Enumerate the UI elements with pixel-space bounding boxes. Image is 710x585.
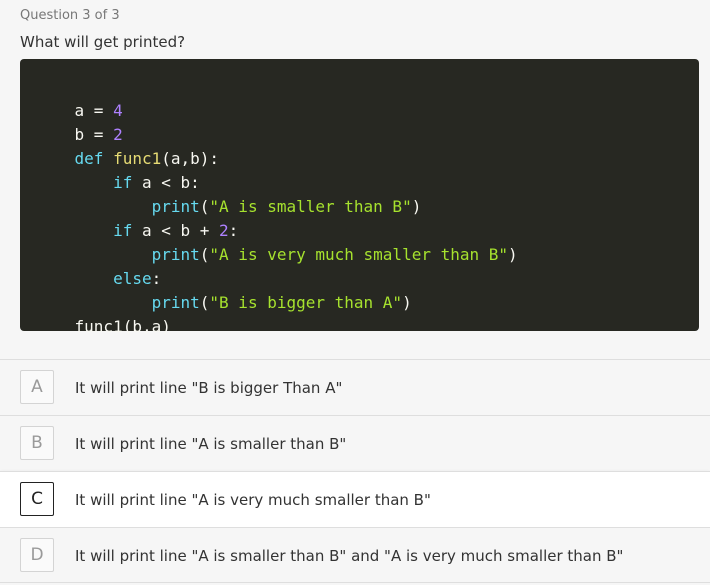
option-text[interactable]: It will print line "A is smaller than B"… — [75, 528, 623, 584]
option-text[interactable]: It will print line "A is very much small… — [75, 472, 431, 528]
option-letter-box[interactable]: B — [20, 426, 54, 460]
code-token: : — [151, 269, 162, 288]
option-letter-box[interactable]: C — [20, 482, 54, 516]
code-token: : — [228, 221, 239, 240]
code-token: def — [74, 149, 114, 168]
code-token: func1 — [113, 149, 162, 168]
code-token: if — [113, 173, 133, 192]
code-token: 4 — [113, 101, 123, 120]
code-token: 2 — [113, 125, 123, 144]
answer-option-c[interactable]: C It will print line "A is very much sma… — [0, 471, 710, 527]
option-letter-box[interactable]: D — [20, 538, 54, 572]
code-block: a = 4 b = 2 def func1(a,b): if a < b: pr… — [20, 59, 699, 336]
option-letter-box[interactable]: A — [20, 370, 54, 404]
code-token: ) — [508, 245, 518, 264]
code-token: print — [151, 197, 200, 216]
code-token: ( — [199, 293, 210, 312]
question-header: Question 3 of 3 What will get printed? — [0, 0, 710, 52]
answer-option-b[interactable]: B It will print line "A is smaller than … — [0, 415, 710, 471]
question-counter: Question 3 of 3 — [20, 8, 120, 23]
answer-options: A It will print line "B is bigger Than A… — [0, 359, 710, 583]
code-token: ) — [411, 197, 422, 216]
code-token: 2 — [219, 221, 229, 240]
code-line: a = 4 — [36, 75, 683, 120]
code-token: func1(b,a) — [74, 317, 171, 336]
code-token: print — [151, 245, 200, 264]
code-token: print — [151, 293, 200, 312]
code-token: ( — [199, 245, 210, 264]
code-token: ) — [402, 293, 412, 312]
code-token: a < b + — [132, 221, 220, 240]
code-token: (a,b): — [161, 149, 220, 168]
code-token: "B is bigger than A" — [209, 293, 403, 312]
code-token: "A is very much smaller than B" — [209, 245, 509, 264]
code-token: b = — [74, 125, 114, 144]
code-token: if — [113, 221, 133, 240]
question-text: What will get printed? — [20, 33, 186, 51]
answer-option-d[interactable]: D It will print line "A is smaller than … — [0, 527, 710, 583]
answer-option-a[interactable]: A It will print line "B is bigger Than A… — [0, 359, 710, 415]
code-token: ( — [199, 197, 210, 216]
option-text[interactable]: It will print line "A is smaller than B" — [75, 416, 346, 472]
code-token: "A is smaller than B" — [209, 197, 412, 216]
code-token: a < b: — [132, 173, 200, 192]
code-line: b = 2 — [36, 99, 683, 144]
code-token: a = — [74, 101, 114, 120]
option-text[interactable]: It will print line "B is bigger Than A" — [75, 360, 342, 416]
code-line: def func1(a,b): — [36, 123, 683, 168]
code-token: else — [113, 269, 152, 288]
